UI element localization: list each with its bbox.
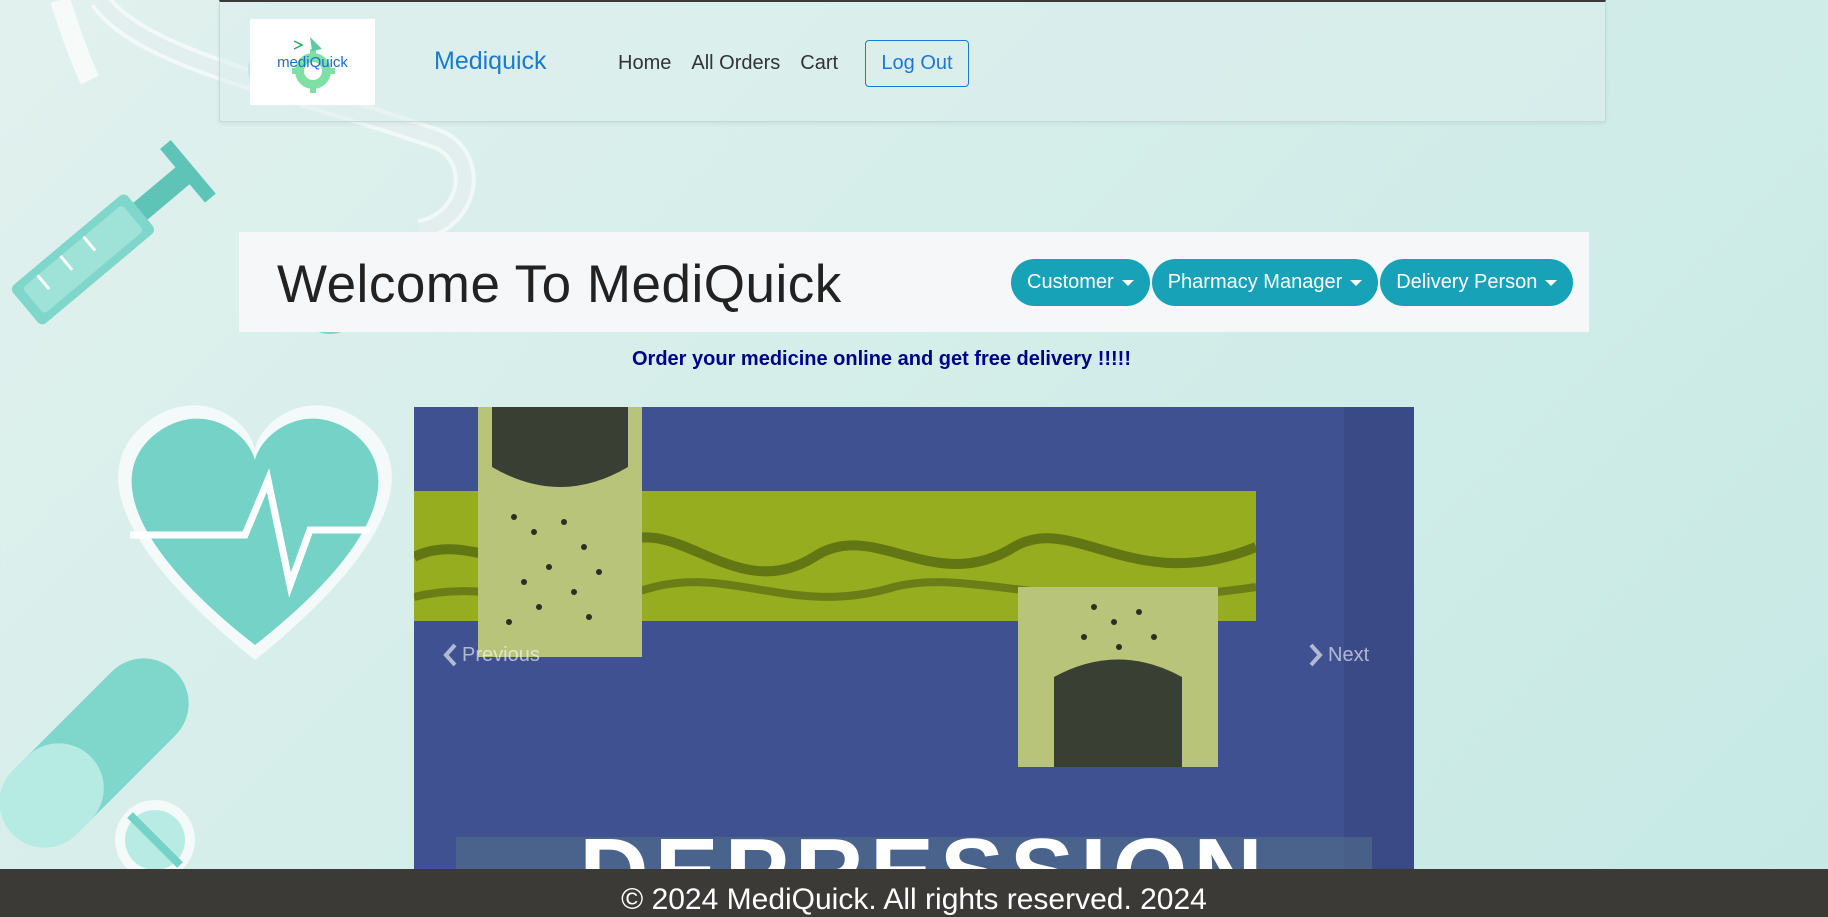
customer-dropdown-button[interactable]: Customer	[1011, 259, 1150, 306]
carousel-next-label: Next	[1328, 643, 1370, 666]
logout-button[interactable]: Log Out	[865, 40, 969, 87]
caret-down-icon	[1121, 279, 1134, 286]
delivery-person-dropdown-label: Delivery Person	[1396, 271, 1538, 293]
nav-cart-link[interactable]: Cart	[800, 52, 838, 75]
welcome-banner: Welcome To MediQuick Customer Pharmacy M…	[239, 232, 1589, 332]
logo-text: mediQuick	[277, 53, 348, 71]
chevron-right-icon	[1309, 643, 1323, 667]
carousel-previous-label: Previous	[462, 643, 540, 666]
logo[interactable]: mediQuick	[250, 19, 375, 105]
footer: © 2024 MediQuick. All rights reserved. 2…	[0, 869, 1828, 917]
pharmacy-manager-dropdown-label: Pharmacy Manager	[1167, 271, 1343, 293]
carousel-slide-caption: DEPRESSION	[494, 825, 1354, 870]
tagline: Order your medicine online and get free …	[632, 348, 1131, 370]
brand-link[interactable]: Mediquick	[434, 47, 547, 76]
top-navbar: mediQuick Mediquick Home All Orders Cart…	[219, 0, 1606, 122]
delivery-person-dropdown-button[interactable]: Delivery Person	[1380, 259, 1574, 306]
carousel-slide-image	[414, 407, 1414, 869]
chevron-left-icon	[443, 643, 457, 667]
role-dropdowns: Customer Pharmacy Manager Delivery Perso…	[1011, 259, 1574, 306]
carousel-next-button[interactable]: Next	[1308, 643, 1369, 667]
carousel-previous-button[interactable]: Previous	[442, 643, 540, 667]
customer-dropdown-label: Customer	[1027, 271, 1114, 293]
footer-copyright: © 2024 MediQuick. All rights reserved. 2…	[621, 883, 1207, 916]
caret-down-icon	[1350, 279, 1363, 286]
pharmacy-manager-dropdown-button[interactable]: Pharmacy Manager	[1151, 259, 1379, 306]
caret-down-icon	[1545, 279, 1558, 286]
image-carousel: DEPRESSION Previous Next	[414, 407, 1414, 869]
page-title: Welcome To MediQuick	[277, 255, 842, 314]
nav-links: Home All Orders Cart	[618, 52, 838, 75]
nav-all-orders-link[interactable]: All Orders	[691, 52, 780, 75]
nav-home-link[interactable]: Home	[618, 52, 671, 75]
